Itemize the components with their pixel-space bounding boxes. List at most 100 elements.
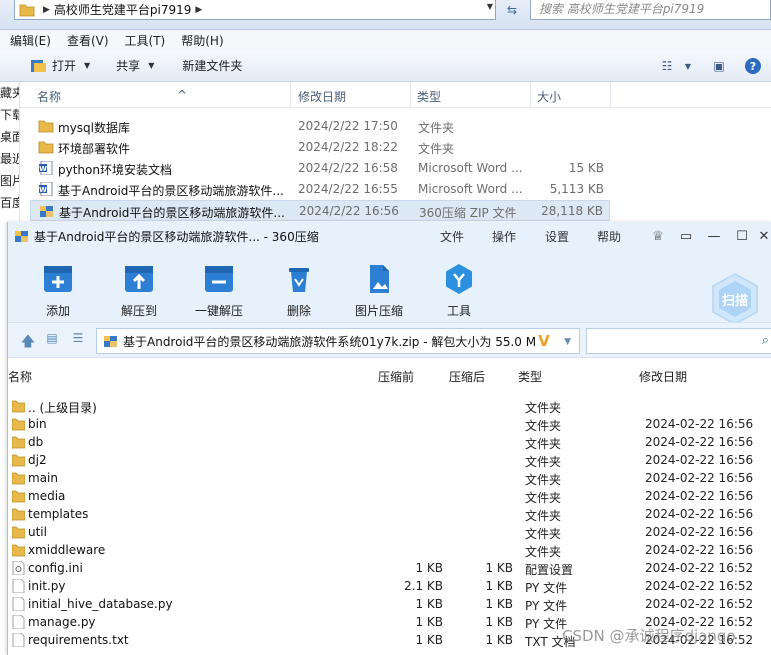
entry-date: 2024-02-22 16:56 xyxy=(645,543,754,557)
nav-item-pictures[interactable]: 图片 xyxy=(0,170,19,192)
archive-path-text: 基于Android平台的景区移动端旅游软件系统01y7k.zip - 解包大小为… xyxy=(123,334,537,349)
column-original[interactable]: 压缩后 xyxy=(449,368,485,385)
open-button[interactable]: 打开 ▼ xyxy=(30,57,90,74)
entry-name: .. (上级目录) xyxy=(28,401,97,415)
column-date[interactable]: 修改日期 xyxy=(298,88,346,105)
archive-row[interactable]: util 文件夹 2024-02-22 16:56 xyxy=(8,523,771,541)
nav-item-downloads[interactable]: 下载 xyxy=(0,104,19,126)
entry-name: main xyxy=(28,471,58,485)
address-bar[interactable]: ▶ 高校师生党建平台pi7919 ▶ ▼ xyxy=(14,0,496,20)
skin-icon[interactable]: ♕ xyxy=(644,229,672,244)
archive-row[interactable]: bin 文件夹 2024-02-22 16:56 xyxy=(8,415,771,433)
entry-type: 文件夹 xyxy=(525,527,562,541)
close-button[interactable]: ✕ xyxy=(756,229,771,244)
archive-row[interactable]: dj2 文件夹 2024-02-22 16:56 xyxy=(8,451,771,469)
archive-row[interactable]: config.ini 1 KB 1 KB 配置设置 2024-02-22 16:52 xyxy=(8,559,771,577)
column-type[interactable]: 类型 xyxy=(518,368,542,385)
entry-date: 2024-02-22 16:52 xyxy=(645,561,754,575)
column-divider[interactable] xyxy=(410,82,411,108)
file-type: 文件夹 xyxy=(418,142,455,156)
detail-view-icon[interactable]: ☰ xyxy=(68,331,88,345)
archive-row[interactable]: init.py 2.1 KB 1 KB PY 文件 2024-02-22 16:52 xyxy=(8,577,771,595)
archive-path-field[interactable]: 基于Android平台的景区移动端旅游软件系统01y7k.zip - 解包大小为… xyxy=(96,328,580,354)
zip-window: 基于Android平台的景区移动端旅游软件... - 360压缩 文件 操作 设… xyxy=(7,222,771,655)
file-type: 文件夹 xyxy=(418,121,455,135)
file-row[interactable]: W python环境安装文档 2024/2/22 16:58 Microsoft… xyxy=(30,158,610,179)
nav-item-recent[interactable]: 最近 xyxy=(0,148,19,170)
config-file-icon xyxy=(12,560,25,576)
menu-view[interactable]: 查看(V) xyxy=(67,32,109,49)
zip-menu-help[interactable]: 帮助 xyxy=(597,222,621,250)
chevron-right-icon[interactable]: ▶ xyxy=(195,5,202,15)
menu-edit[interactable]: 编辑(E) xyxy=(10,32,51,49)
search-input[interactable]: 搜索 高校师生党建平台pi7919 xyxy=(530,0,771,20)
image-compress-button[interactable]: 图片压缩 xyxy=(344,258,414,319)
chevron-right-icon[interactable]: ▶ xyxy=(43,5,50,15)
file-type: Microsoft Word ... xyxy=(418,161,523,175)
nav-item-favorites[interactable]: 藏夹 xyxy=(0,82,19,104)
maximize-button[interactable]: ☐ xyxy=(728,229,756,244)
minimize-button[interactable]: — xyxy=(700,229,728,244)
menu-bar: 编辑(E) 查看(V) 工具(T) 帮助(H) xyxy=(0,30,771,50)
help-icon[interactable]: ? xyxy=(739,57,767,75)
zip-menu-settings[interactable]: 设置 xyxy=(545,222,569,250)
column-divider[interactable] xyxy=(610,82,611,108)
tools-button[interactable]: 工具 xyxy=(424,258,494,319)
chevron-down-icon[interactable]: ▼ xyxy=(681,62,695,71)
chevron-down-icon[interactable]: ▼ xyxy=(564,337,571,347)
zip-title-bar[interactable]: 基于Android平台的景区移动端旅游软件... - 360压缩 文件 操作 设… xyxy=(8,222,771,250)
zip-menu-file[interactable]: 文件 xyxy=(440,222,464,250)
menu-help[interactable]: 帮助(H) xyxy=(181,32,223,49)
scan-button[interactable]: 扫描 xyxy=(708,272,762,326)
file-row-selected[interactable]: 基于Android平台的景区移动端旅游软件... 2024/2/22 16:56… xyxy=(30,200,610,221)
breadcrumb[interactable]: 高校师生党建平台pi7919 xyxy=(54,1,192,18)
file-row[interactable]: mysql数据库 2024/2/22 17:50 文件夹 xyxy=(30,116,610,137)
archive-row[interactable]: initial_hive_database.py 1 KB 1 KB PY 文件 202… xyxy=(8,595,771,613)
archive-row[interactable]: templates 文件夹 2024-02-22 16:56 xyxy=(8,505,771,523)
delete-button[interactable]: 删除 xyxy=(264,258,334,319)
chevron-down-icon[interactable]: ▼ xyxy=(487,2,493,11)
add-button[interactable]: 添加 xyxy=(23,258,93,319)
file-row[interactable]: 环境部署软件 2024/2/22 18:22 文件夹 xyxy=(30,137,610,158)
column-date[interactable]: 修改日期 xyxy=(639,368,687,385)
up-arrow-icon[interactable]: 🡅 xyxy=(18,331,38,355)
new-folder-button[interactable]: 新建文件夹 xyxy=(182,57,242,74)
file-type: 360压缩 ZIP 文件 xyxy=(419,206,517,220)
zip-path-bar: 🡅 ▤ ☰ 基于Android平台的景区移动端旅游软件系统01y7k.zip -… xyxy=(8,322,771,358)
svg-text:?: ? xyxy=(750,60,756,73)
archive-row[interactable]: db 文件夹 2024-02-22 16:56 xyxy=(8,433,771,451)
nav-item-desktop[interactable]: 桌面 xyxy=(0,126,19,148)
column-divider[interactable] xyxy=(290,82,291,108)
entry-name: util xyxy=(28,525,47,539)
address-bar-row: ▶ 高校师生党建平台pi7919 ▶ ▼ ⇆ 搜索 高校师生党建平台pi7919 xyxy=(0,0,771,30)
list-view-icon[interactable]: ▤ xyxy=(42,331,62,345)
extract-to-button[interactable]: 解压到 xyxy=(104,258,174,319)
menu-tools[interactable]: 工具(T) xyxy=(125,32,166,49)
verified-check-icon: V xyxy=(538,332,550,350)
one-click-extract-button[interactable]: 一键解压 xyxy=(184,258,254,319)
column-size[interactable]: 大小 xyxy=(537,88,561,105)
column-packed[interactable]: 压缩前 xyxy=(378,368,414,385)
archive-row[interactable]: main 文件夹 2024-02-22 16:56 xyxy=(8,469,771,487)
share-button[interactable]: 共享 ▼ xyxy=(116,57,154,74)
refresh-button[interactable]: ⇆ xyxy=(500,0,524,20)
feedback-icon[interactable]: ▭ xyxy=(672,229,700,244)
zip-menu-operate[interactable]: 操作 xyxy=(492,222,516,250)
column-type[interactable]: 类型 xyxy=(417,88,441,105)
archive-row[interactable]: xmiddleware 文件夹 2024-02-22 16:56 xyxy=(8,541,771,559)
archive-search-input[interactable]: ⌕ xyxy=(586,328,771,354)
column-divider[interactable] xyxy=(530,82,531,108)
entry-name: xmiddleware xyxy=(28,543,106,557)
archive-row[interactable]: media 文件夹 2024-02-22 16:56 xyxy=(8,487,771,505)
column-name[interactable]: 名称 xyxy=(8,368,32,385)
column-name[interactable]: 名称 xyxy=(37,88,61,105)
add-label: 添加 xyxy=(45,304,70,318)
file-row[interactable]: W 基于Android平台的景区移动端旅游软件... 2024/2/22 16:… xyxy=(30,179,610,200)
preview-pane-icon[interactable]: ▣ xyxy=(705,59,733,73)
search-icon[interactable]: ⌕ xyxy=(762,333,769,348)
nav-item-baidu[interactable]: 百度 xyxy=(0,192,19,214)
archive-row[interactable]: .. (上级目录) 文件夹 xyxy=(8,397,771,415)
file-size: 5,113 KB xyxy=(549,182,604,196)
view-options-icon[interactable]: ☷ xyxy=(653,59,681,73)
file-date: 2024/2/22 17:50 xyxy=(298,119,398,133)
